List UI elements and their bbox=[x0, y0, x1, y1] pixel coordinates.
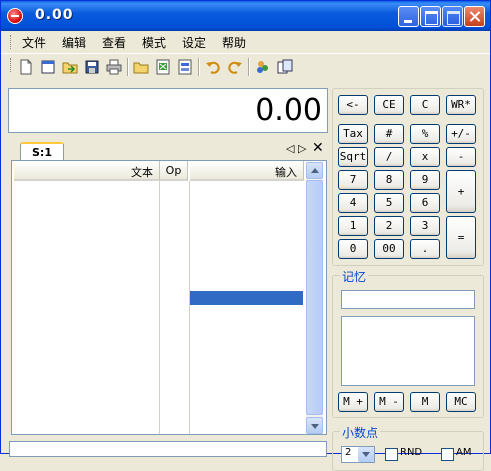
toolbar-grip bbox=[10, 58, 13, 72]
bottom-input-field[interactable] bbox=[9, 441, 327, 457]
multiply-button[interactable]: x bbox=[410, 147, 440, 167]
key-6[interactable]: 6 bbox=[410, 193, 440, 213]
open-doc-icon[interactable] bbox=[40, 59, 56, 75]
tape-grid[interactable]: 文本 Op 输入 bbox=[11, 160, 327, 435]
menu-help[interactable]: 帮助 bbox=[222, 34, 246, 51]
memory-group-title: 记忆 bbox=[340, 268, 369, 285]
toolbar bbox=[1, 53, 490, 79]
sqrt-button[interactable]: Sqrt bbox=[338, 147, 368, 167]
minimize-button[interactable] bbox=[398, 6, 419, 27]
clear-button[interactable]: C bbox=[410, 95, 440, 115]
key-4[interactable]: 4 bbox=[338, 193, 368, 213]
export-icon[interactable] bbox=[177, 59, 193, 75]
chevron-down-icon[interactable] bbox=[358, 447, 374, 462]
tab-nav-arrows[interactable]: ◁ ▷ bbox=[286, 142, 306, 155]
menu-file[interactable]: 文件 bbox=[22, 34, 46, 51]
decimal-group-title: 小数点 bbox=[340, 424, 381, 441]
tab-close-icon[interactable]: ✕ bbox=[312, 140, 324, 156]
scroll-thumb[interactable] bbox=[306, 180, 323, 415]
rnd-checkbox[interactable] bbox=[385, 448, 398, 461]
memory-subtract-button[interactable]: M - bbox=[374, 392, 404, 412]
column-divider bbox=[189, 181, 190, 434]
menu-grip bbox=[10, 35, 13, 49]
key-0[interactable]: 0 bbox=[338, 239, 368, 259]
toolbar-separator bbox=[127, 58, 129, 76]
import-icon[interactable] bbox=[62, 59, 78, 75]
divide-button[interactable]: / bbox=[374, 147, 404, 167]
app-icon[interactable] bbox=[7, 8, 23, 24]
maximize-button[interactable] bbox=[442, 6, 463, 27]
menu-settings[interactable]: 设定 bbox=[182, 34, 206, 51]
restore-button[interactable] bbox=[420, 6, 441, 27]
equals-button[interactable]: = bbox=[446, 216, 476, 259]
display-value: 0.00 bbox=[255, 93, 322, 128]
percent-button[interactable]: % bbox=[410, 124, 440, 144]
toolbar-separator bbox=[198, 58, 200, 76]
column-header-op[interactable]: Op bbox=[160, 161, 188, 181]
app-window: 0.00 文件 编辑 查看 模式 设定 帮助 0.00 S:1 ◁ ▷ ✕ 文本… bbox=[0, 0, 491, 471]
decimal-point-button[interactable]: . bbox=[410, 239, 440, 259]
backspace-button[interactable]: <- bbox=[338, 95, 368, 115]
memory-value-field[interactable] bbox=[341, 290, 475, 309]
tab-s1[interactable]: S:1 bbox=[20, 142, 64, 160]
memory-recall-button[interactable]: M bbox=[410, 392, 440, 412]
toolbar-separator bbox=[248, 58, 250, 76]
result-display: 0.00 bbox=[8, 88, 328, 133]
menu-bar: 文件 编辑 查看 模式 设定 帮助 bbox=[1, 31, 490, 52]
plus-minus-button[interactable]: +/- bbox=[446, 124, 476, 144]
redo-icon[interactable] bbox=[227, 59, 243, 75]
scroll-up-icon[interactable] bbox=[306, 162, 323, 179]
title-bar[interactable]: 0.00 bbox=[1, 1, 490, 31]
ce-button[interactable]: CE bbox=[374, 95, 404, 115]
scroll-down-icon[interactable] bbox=[306, 417, 323, 434]
hash-button[interactable]: # bbox=[374, 124, 404, 144]
new-icon[interactable] bbox=[18, 59, 34, 75]
memory-clear-button[interactable]: MC bbox=[446, 392, 476, 412]
key-9[interactable]: 9 bbox=[410, 170, 440, 190]
users-icon[interactable] bbox=[255, 59, 271, 75]
key-00[interactable]: 00 bbox=[374, 239, 404, 259]
menu-view[interactable]: 查看 bbox=[102, 34, 126, 51]
column-header-input[interactable]: 输入 bbox=[190, 161, 304, 181]
menu-edit[interactable]: 编辑 bbox=[62, 34, 86, 51]
am-label: AM bbox=[456, 447, 472, 458]
key-3[interactable]: 3 bbox=[410, 216, 440, 236]
rnd-label: RND bbox=[400, 447, 423, 458]
export-excel-icon[interactable] bbox=[155, 59, 171, 75]
tax-button[interactable]: Tax bbox=[338, 124, 368, 144]
key-7[interactable]: 7 bbox=[338, 170, 368, 190]
vertical-scrollbar[interactable] bbox=[306, 162, 323, 434]
print-icon[interactable] bbox=[106, 59, 122, 75]
wr-button[interactable]: WR* bbox=[446, 95, 476, 115]
am-checkbox[interactable] bbox=[441, 448, 454, 461]
minus-button[interactable]: - bbox=[446, 147, 476, 167]
plus-button[interactable]: + bbox=[446, 170, 476, 213]
close-button[interactable] bbox=[464, 6, 485, 27]
window-icon[interactable] bbox=[277, 59, 293, 75]
column-header-text[interactable]: 文本 bbox=[14, 161, 160, 181]
menu-mode[interactable]: 模式 bbox=[142, 34, 166, 51]
memory-add-button[interactable]: M + bbox=[338, 392, 368, 412]
save-icon[interactable] bbox=[84, 59, 100, 75]
window-title: 0.00 bbox=[35, 7, 74, 23]
key-8[interactable]: 8 bbox=[374, 170, 404, 190]
key-2[interactable]: 2 bbox=[374, 216, 404, 236]
column-divider bbox=[159, 181, 160, 434]
open-folder-icon[interactable] bbox=[133, 59, 149, 75]
key-5[interactable]: 5 bbox=[374, 193, 404, 213]
selected-cell[interactable] bbox=[190, 291, 303, 305]
memory-list[interactable] bbox=[341, 316, 475, 386]
key-1[interactable]: 1 bbox=[338, 216, 368, 236]
undo-icon[interactable] bbox=[205, 59, 221, 75]
